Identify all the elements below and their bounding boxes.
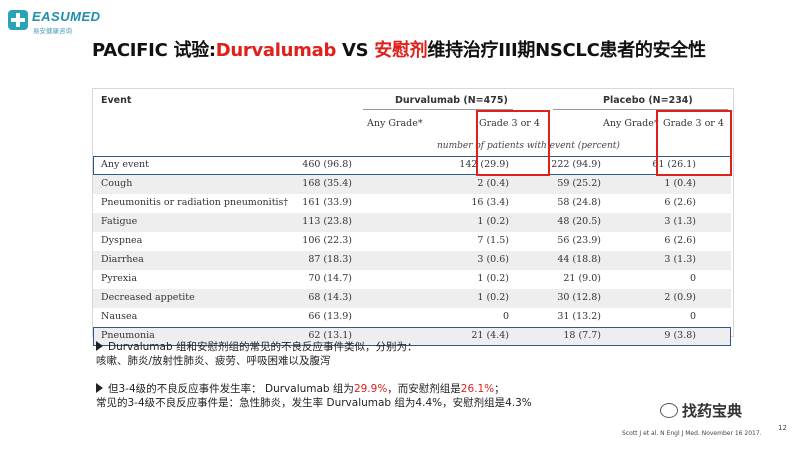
- placebo-grade34-cell: 2 (0.9): [664, 292, 696, 303]
- medical-cross-icon: [8, 10, 28, 30]
- bullet-arrow-icon: [96, 383, 103, 393]
- placebo-rate: 26.1%: [460, 383, 495, 395]
- placebo-any-cell: 18 (7.7): [563, 330, 601, 341]
- placebo-grade34-cell: 3 (1.3): [664, 216, 696, 227]
- note-2-end: ；: [494, 383, 505, 395]
- logo: EASUMED 易安健康咨询: [8, 8, 128, 35]
- durvalumab-any-cell: 168 (35.4): [302, 178, 352, 189]
- durvalumab-any-cell: 460 (96.8): [302, 159, 352, 170]
- title-vs: VS: [336, 40, 375, 61]
- placebo-any-cell: 48 (20.5): [557, 216, 601, 227]
- note-2: 但3-4级的不良反应事件发生率： Durvalumab 组为29.9%，而安慰剂…: [96, 382, 532, 396]
- event-cell: Dyspnea: [101, 235, 143, 246]
- placebo-grade34-cell: 3 (1.3): [664, 254, 696, 265]
- durvalumab-grade34-cell: 7 (1.5): [477, 235, 509, 246]
- durvalumab-any-grade: Any Grade*: [367, 118, 423, 129]
- table-row: Nausea 66 (13.9) 0 31 (13.2) 0: [93, 308, 731, 327]
- event-cell: Cough: [101, 178, 133, 189]
- placebo-any-cell: 44 (18.8): [557, 254, 601, 265]
- durvalumab-any-cell: 87 (18.3): [308, 254, 352, 265]
- title-rest: 维持治疗III期NSCLC患者的安全性: [427, 40, 706, 61]
- adverse-events-table: Event Durvalumab (N=475) Placebo (N=234)…: [92, 88, 734, 346]
- table-row: Dyspnea 106 (22.3) 7 (1.5) 56 (23.9) 6 (2.6): [93, 232, 731, 251]
- event-cell: Decreased appetite: [101, 292, 195, 303]
- table-row: Any event 460 (96.8) 142 (29.9) 222 (94.9) 6…: [93, 156, 731, 175]
- durvalumab-any-cell: 68 (14.3): [308, 292, 352, 303]
- title-drug: Durvalumab: [215, 40, 337, 61]
- event-cell: Diarrhea: [101, 254, 144, 265]
- table-row: Pneumonitis or radiation pneumonitis† 161…: [93, 194, 731, 213]
- durvalumab-any-cell: 106 (22.3): [302, 235, 352, 246]
- placebo-any-cell: 59 (25.2): [557, 178, 601, 189]
- durvalumab-grade34-cell: 1 (0.2): [477, 273, 509, 284]
- watermark: 找药宝典: [660, 400, 742, 421]
- durvalumab-grade34-cell: 1 (0.2): [477, 292, 509, 303]
- watermark-text: 找药宝典: [682, 402, 743, 420]
- wechat-icon: [660, 403, 678, 418]
- table-row: Decreased appetite 68 (14.3) 1 (0.2) 30 (12…: [93, 289, 731, 308]
- slide-title: PACIFIC 试验:Durvalumab VS 安慰剂维持治疗III期NSCL…: [92, 36, 706, 62]
- note-2-text: 但3-4级的不良反应事件发生率： Durvalumab 组为: [108, 383, 354, 395]
- placebo-any-grade: Any Grade*: [603, 118, 659, 129]
- durvalumab-any-cell: 113 (23.8): [302, 216, 352, 227]
- durvalumab-grade34-cell: 3 (0.6): [477, 254, 509, 265]
- durvalumab-grade34-cell: 16 (3.4): [471, 197, 509, 208]
- table-row: Cough 168 (35.4) 2 (0.4) 59 (25.2) 1 (0.4): [93, 175, 731, 194]
- notes: Durvalumab 组和安慰剂组的常见的不良反应事件类似，分别为： 咳嗽、肺炎…: [96, 340, 532, 410]
- placebo-grade34-cell: 0: [689, 273, 696, 284]
- highlight-durvalumab-grade34: [476, 110, 550, 176]
- placebo-grade34-cell: 6 (2.6): [664, 197, 696, 208]
- placebo-any-cell: 31 (13.2): [557, 311, 601, 322]
- bullet-arrow-icon: [96, 341, 103, 351]
- durvalumab-rate: 29.9%: [353, 383, 388, 395]
- placebo-grade34-cell: 1 (0.4): [664, 178, 696, 189]
- citation: Scott J et al. N Engl J Med. November 16…: [622, 430, 762, 437]
- placebo-grade34-cell: 0: [689, 311, 696, 322]
- placebo-any-cell: 222 (94.9): [551, 159, 601, 170]
- logo-brand: EASUMED: [32, 9, 101, 24]
- highlight-placebo-grade34: [656, 110, 732, 176]
- event-cell: Fatigue: [101, 216, 138, 227]
- table-row: Pyrexia 70 (14.7) 1 (0.2) 21 (9.0) 0: [93, 270, 731, 289]
- event-cell: Pneumonitis or radiation pneumonitis†: [101, 197, 289, 208]
- durvalumab-any-cell: 66 (13.9): [308, 311, 352, 322]
- note-1-line-2: 咳嗽、肺炎/放射性肺炎、疲劳、呼吸困难以及腹泻: [96, 355, 331, 367]
- event-cell: Pyrexia: [101, 273, 137, 284]
- title-part: PACIFIC 试验:: [92, 40, 216, 61]
- durvalumab-grade34-cell: 2 (0.4): [477, 178, 509, 189]
- durvalumab-any-cell: 161 (33.9): [302, 197, 352, 208]
- note-1-line-1: Durvalumab 组和安慰剂组的常见的不良反应事件类似，分别为：: [108, 341, 418, 353]
- placebo-any-cell: 58 (24.8): [557, 197, 601, 208]
- note-2-mid: ，而安慰剂组是: [387, 383, 461, 395]
- note-1: Durvalumab 组和安慰剂组的常见的不良反应事件类似，分别为：: [96, 340, 532, 354]
- event-cell: Nausea: [101, 311, 138, 322]
- durvalumab-header: Durvalumab (N=475): [395, 95, 508, 106]
- table-row: Diarrhea 87 (18.3) 3 (0.6) 44 (18.8) 3 (1.3): [93, 251, 731, 270]
- placebo-any-cell: 56 (23.9): [557, 235, 601, 246]
- durvalumab-any-cell: 70 (14.7): [308, 273, 352, 284]
- placebo-grade34-cell: 6 (2.6): [664, 235, 696, 246]
- logo-tagline: 易安健康咨询: [33, 27, 72, 35]
- title-placebo: 安慰剂: [374, 40, 428, 61]
- note-2-line-2: 常见的3-4级不良反应事件是：急性肺炎，发生率 Durvalumab 组为4.4…: [96, 397, 532, 409]
- placebo-grade34-cell: 9 (3.8): [664, 330, 696, 341]
- placebo-any-cell: 21 (9.0): [563, 273, 601, 284]
- durvalumab-grade34-cell: 1 (0.2): [477, 216, 509, 227]
- placebo-any-cell: 30 (12.8): [557, 292, 601, 303]
- page-number: 12: [778, 424, 787, 432]
- event-header: Event: [101, 95, 132, 106]
- table-row: Fatigue 113 (23.8) 1 (0.2) 48 (20.5) 3 (1.3): [93, 213, 731, 232]
- durvalumab-grade34-cell: 0: [502, 311, 509, 322]
- placebo-header: Placebo (N=234): [603, 95, 693, 106]
- event-cell: Any event: [101, 159, 149, 170]
